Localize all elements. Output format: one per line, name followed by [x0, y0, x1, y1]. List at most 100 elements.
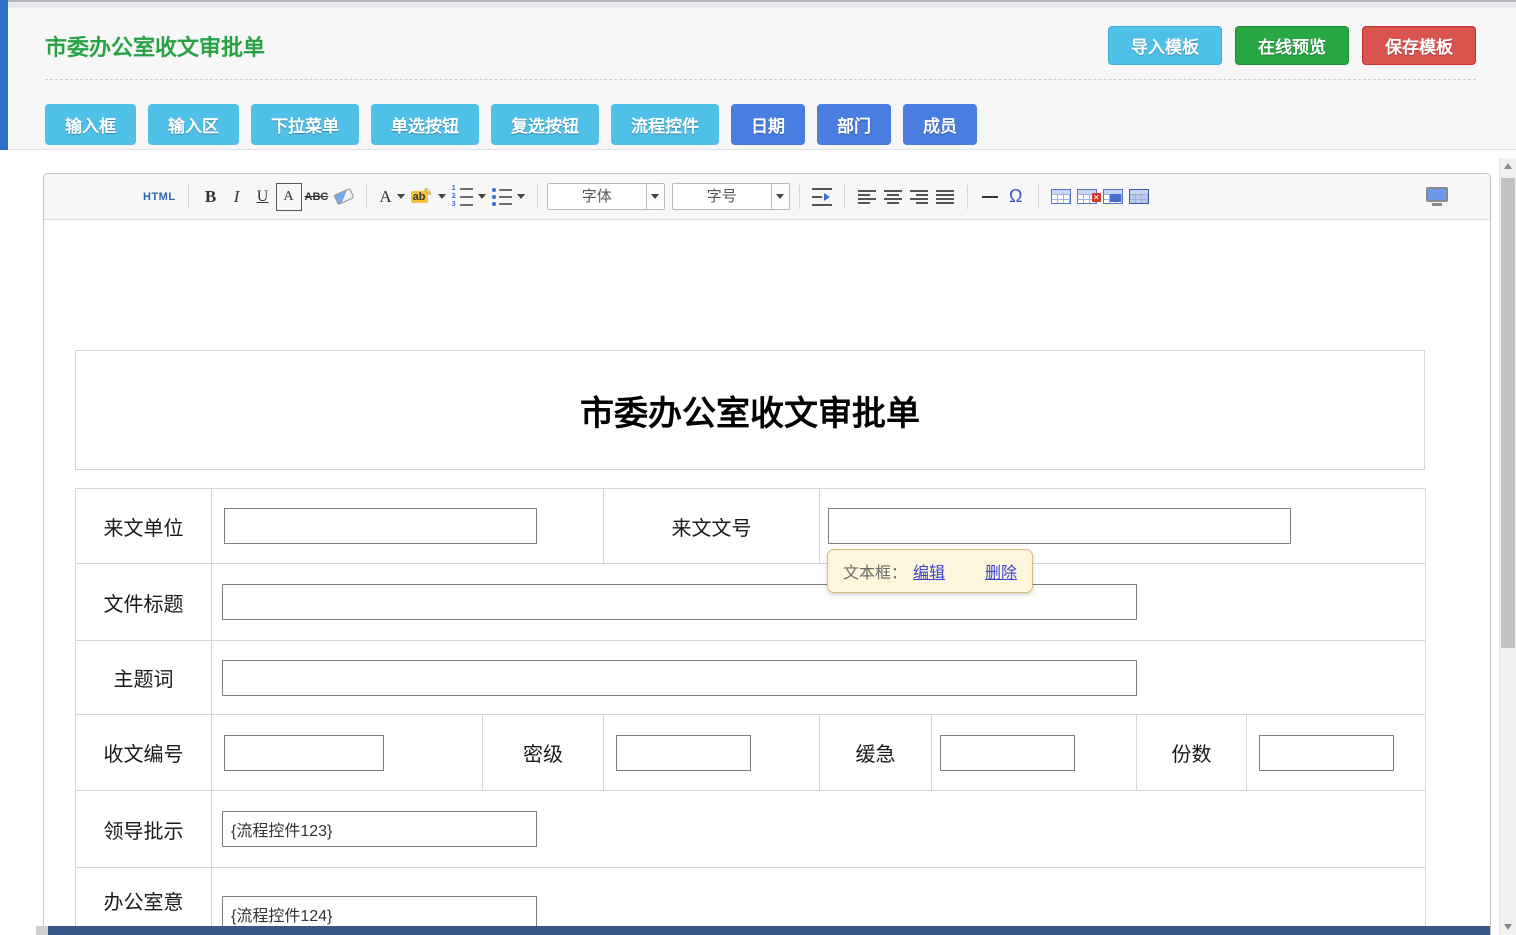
table-row: 文件标题 — [76, 564, 1426, 641]
document-title-box: 市委办公室收文审批单 — [75, 350, 1425, 470]
align-justify-icon — [936, 190, 954, 204]
font-family-select[interactable]: 字体 — [547, 183, 665, 210]
bullet-list-button[interactable] — [489, 183, 528, 211]
widget-button-flow-control[interactable]: 流程控件 — [611, 104, 719, 145]
cell-properties-button[interactable] — [1100, 183, 1126, 211]
toolbar-separator — [967, 185, 968, 209]
widget-button-member[interactable]: 成员 — [903, 104, 977, 145]
edit-link[interactable]: 编辑 — [913, 565, 945, 582]
cell-properties-icon — [1103, 189, 1123, 204]
font-style-box-button[interactable]: A — [276, 183, 302, 211]
save-template-button[interactable]: 保存模板 — [1362, 26, 1476, 65]
input-security-level[interactable] — [616, 735, 751, 771]
scroll-up-icon[interactable] — [1504, 163, 1512, 169]
fullscreen-button[interactable] — [1426, 187, 1448, 206]
input-incoming-doc-number[interactable] — [828, 508, 1291, 544]
align-right-icon — [910, 190, 928, 204]
delete-link[interactable]: 删除 — [985, 565, 1017, 582]
ordered-list-button[interactable]: 1 2 3 — [449, 183, 489, 211]
input-urgency[interactable] — [940, 735, 1075, 771]
font-family-value: 字体 — [548, 184, 646, 209]
page-title: 市委办公室收文审批单 — [45, 30, 265, 62]
input-copies[interactable] — [1259, 735, 1394, 771]
label-leader-comments: 领导批示 — [76, 791, 212, 868]
toolbar-separator — [537, 185, 538, 209]
scrollbar-thumb[interactable] — [1501, 178, 1515, 648]
bullet-list-icon — [492, 188, 512, 206]
widget-button-dropdown[interactable]: 下拉菜单 — [251, 104, 359, 145]
table-row: 领导批示 — [76, 791, 1426, 868]
insert-table-button[interactable] — [1048, 183, 1074, 211]
font-color-button[interactable]: A — [376, 183, 407, 211]
input-incoming-unit[interactable] — [224, 508, 537, 544]
align-left-button[interactable] — [854, 183, 880, 211]
table-row: 收文编号 密级 缓急 份数 — [76, 715, 1426, 791]
font-size-value: 字号 — [673, 184, 771, 209]
document-title: 市委办公室收文审批单 — [580, 386, 920, 435]
tooltip-prefix: 文本框： — [843, 565, 907, 582]
input-subject-words[interactable] — [222, 660, 1137, 696]
row-properties-icon — [1129, 189, 1149, 204]
editor-content[interactable]: 市委办公室收文审批单 来文单位 来文文号 文件标题 主题词 收文 — [44, 220, 1490, 935]
label-copies: 份数 — [1137, 715, 1247, 791]
chevron-down-icon — [478, 194, 486, 199]
row-properties-button[interactable] — [1126, 183, 1152, 211]
textbox-action-tooltip: 文本框： 编辑 删除 — [827, 549, 1033, 593]
widget-button-department[interactable]: 部门 — [817, 104, 891, 145]
header-actions: 导入模板 在线预览 保存模板 — [1108, 26, 1476, 65]
italic-button[interactable]: I — [224, 183, 250, 211]
widget-button-input-box[interactable]: 输入框 — [45, 104, 136, 145]
left-page-background-strip — [0, 0, 8, 150]
toolbar-separator — [188, 185, 189, 209]
highlight-color-button[interactable]: ab✎ — [408, 183, 449, 211]
widget-button-textarea[interactable]: 输入区 — [148, 104, 239, 145]
widget-button-checkbox[interactable]: 复选按钮 — [491, 104, 599, 145]
chevron-down-icon — [517, 194, 525, 199]
editor-toolbar: HTML B I U A ABC A ab✎ 1 2 3 字体 — [44, 174, 1490, 220]
input-receipt-number[interactable] — [224, 735, 384, 771]
indent-icon — [812, 188, 832, 206]
font-color-icon: A — [379, 187, 391, 207]
eraser-button[interactable] — [331, 183, 357, 211]
label-urgency: 缓急 — [820, 715, 932, 791]
strikethrough-button[interactable]: ABC — [302, 183, 332, 211]
ordered-list-icon: 1 2 3 — [452, 186, 473, 207]
widget-button-radio[interactable]: 单选按钮 — [371, 104, 479, 145]
special-character-button[interactable]: Ω — [1003, 183, 1029, 211]
align-center-button[interactable] — [880, 183, 906, 211]
online-preview-button[interactable]: 在线预览 — [1235, 26, 1349, 65]
widget-button-row: 输入框 输入区 下拉菜单 单选按钮 复选按钮 流程控件 日期 部门 成员 — [8, 80, 1516, 145]
bottom-edge-gray-block — [36, 926, 48, 935]
header-panel: 市委办公室收文审批单 导入模板 在线预览 保存模板 输入框 输入区 下拉菜单 单… — [8, 8, 1516, 150]
font-size-dropdown-button[interactable] — [771, 184, 789, 209]
label-incoming-doc-number: 来文文号 — [604, 489, 820, 564]
toolbar-separator — [844, 185, 845, 209]
delete-table-button[interactable] — [1074, 183, 1100, 211]
import-template-button[interactable]: 导入模板 — [1108, 26, 1222, 65]
chevron-down-icon — [397, 194, 405, 199]
font-family-dropdown-button[interactable] — [646, 184, 664, 209]
label-security-level: 密级 — [483, 715, 604, 791]
scroll-down-icon[interactable] — [1504, 924, 1512, 930]
table-icon — [1051, 189, 1071, 204]
input-leader-comments-flow-control[interactable] — [222, 811, 537, 847]
toolbar-separator — [366, 185, 367, 209]
align-justify-button[interactable] — [932, 183, 958, 211]
chevron-down-icon — [776, 194, 784, 199]
underline-button[interactable]: U — [250, 183, 276, 211]
widget-button-date[interactable]: 日期 — [731, 104, 805, 145]
document-form-table: 来文单位 来文文号 文件标题 主题词 收文编号 密级 缓急 份数 — [75, 488, 1426, 935]
eraser-icon — [334, 188, 355, 205]
pencil-icon: ✎ — [424, 186, 433, 199]
vertical-scrollbar[interactable] — [1499, 158, 1516, 935]
font-size-select[interactable]: 字号 — [672, 183, 790, 210]
align-right-button[interactable] — [906, 183, 932, 211]
indent-button[interactable] — [809, 183, 835, 211]
table-row: 办公室意 — [76, 868, 1426, 935]
delete-table-icon — [1077, 189, 1097, 204]
horizontal-rule-button[interactable] — [977, 183, 1003, 211]
label-document-title: 文件标题 — [76, 564, 212, 641]
label-office-opinion: 办公室意 — [76, 868, 212, 935]
html-source-button[interactable]: HTML — [140, 183, 179, 211]
bold-button[interactable]: B — [198, 183, 224, 211]
